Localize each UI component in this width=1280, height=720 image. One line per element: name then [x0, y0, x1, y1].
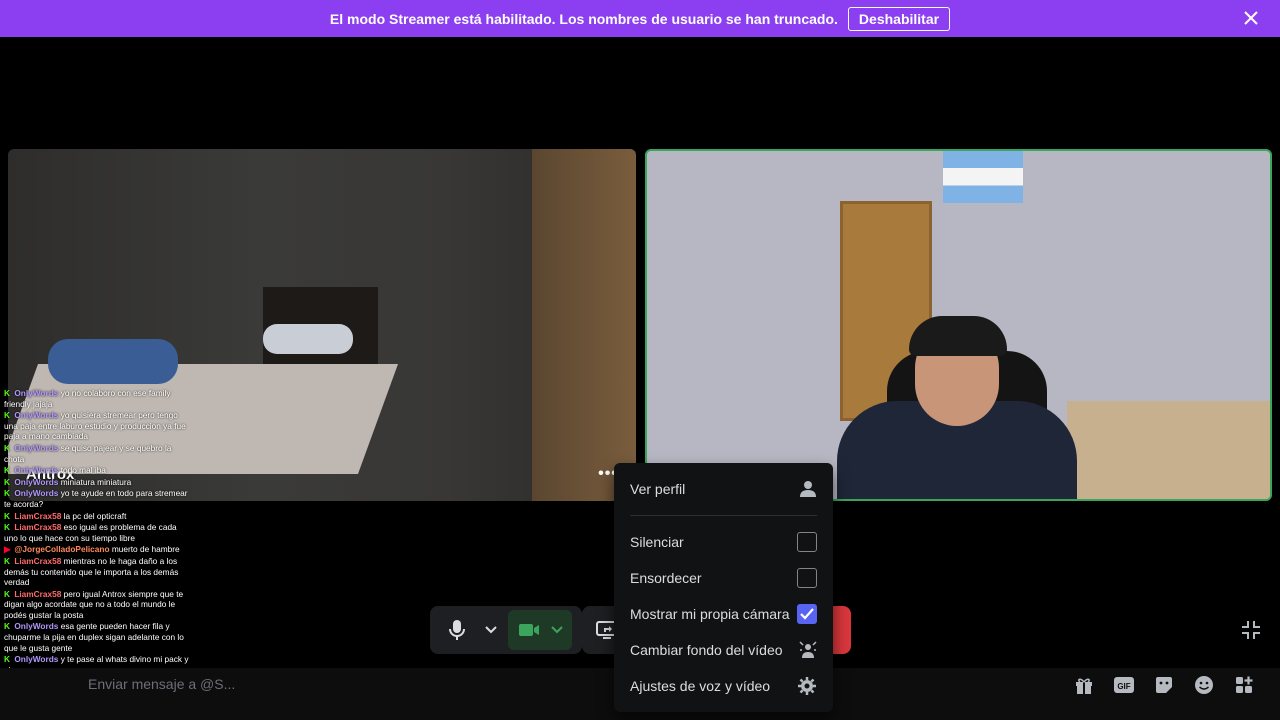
gift-icon[interactable] [1072, 674, 1096, 696]
chat-username: @JorgeColladoPelicano [14, 544, 110, 555]
background-icon [799, 641, 817, 658]
camera-icon [519, 624, 539, 636]
message-input[interactable]: Enviar mensaje a @S... [88, 676, 235, 692]
microphone-icon [449, 620, 465, 640]
call-controls [430, 606, 582, 654]
menu-item-label: Ajustes de voz y vídeo [630, 678, 771, 694]
banner-text: El modo Streamer está habilitado. Los no… [329, 10, 838, 27]
chat-message: K LiamCrax58 pero igual Antrox siempre q… [4, 589, 190, 621]
show-camera-checkbox[interactable] [797, 604, 817, 624]
chat-message: K OnlyWords todo mal iba [4, 465, 190, 476]
menu-item-show-own-camera[interactable]: Mostrar mi propia cámara [622, 596, 825, 632]
mute-checkbox[interactable] [797, 532, 817, 552]
gif-icon[interactable]: GIF [1112, 674, 1136, 696]
menu-item-label: Ensordecer [630, 570, 702, 586]
chat-message: K OnlyWords miniatura miniatura [4, 477, 190, 488]
camera-group [508, 610, 572, 650]
chat-username: OnlyWords [14, 654, 59, 665]
menu-item-label: Cambiar fondo del vídeo [630, 642, 783, 658]
kick-icon: K [4, 442, 10, 453]
checkmark-icon [800, 608, 814, 620]
menu-item-mute[interactable]: Silenciar [622, 524, 825, 560]
menu-item-label: Ver perfil [630, 481, 686, 497]
chat-username: LiamCrax58 [14, 555, 62, 566]
exit-fullscreen-icon[interactable] [1240, 619, 1262, 641]
kick-icon: K [4, 488, 10, 499]
chat-message: ▶ @JorgeColladoPelicano muerto de hambre [4, 544, 190, 555]
chat-username: OnlyWords [14, 476, 59, 487]
disable-streamer-mode-button[interactable]: Deshabilitar [847, 6, 951, 31]
kick-icon: K [4, 388, 10, 398]
chat-username: OnlyWords [14, 621, 59, 632]
chat-message: K LiamCrax58 la pc del opticraft [4, 511, 190, 522]
chat-text: miniatura miniatura [58, 476, 132, 487]
chevron-down-icon [551, 626, 563, 634]
flag [943, 151, 1023, 203]
menu-item-voice-video-settings[interactable]: Ajustes de voz y vídeo [622, 668, 825, 704]
streamer-mode-banner: El modo Streamer está habilitado. Los no… [0, 0, 1280, 37]
menu-item-view-profile[interactable]: Ver perfil [622, 471, 825, 507]
menu-separator [630, 515, 817, 516]
sticker-icon[interactable] [1152, 674, 1176, 696]
kick-icon: K [4, 555, 10, 566]
chat-text: muerto de hambre [109, 544, 180, 555]
audio-video-controls [430, 606, 582, 654]
kick-icon: K [4, 522, 10, 533]
blanket [48, 339, 178, 384]
kick-icon: K [4, 476, 10, 487]
microphone-options-button[interactable] [480, 613, 502, 647]
chat-username: OnlyWords [14, 388, 59, 398]
person-icon [800, 481, 816, 497]
chat-username: OnlyWords [14, 465, 59, 476]
microphone-button[interactable] [440, 613, 474, 647]
cap [909, 316, 1007, 356]
chat-username: LiamCrax58 [14, 588, 62, 599]
close-icon[interactable] [1242, 9, 1260, 27]
apps-icon[interactable] [1232, 674, 1256, 696]
kick-icon: K [4, 588, 10, 599]
pillow [263, 324, 353, 354]
kick-icon: K [4, 654, 10, 665]
kick-icon: K [4, 410, 10, 421]
youtube-icon: ▶ [4, 544, 11, 555]
gear-icon [798, 677, 816, 695]
chat-text: la pc del opticraft [61, 510, 127, 521]
user-context-menu: Ver perfil Silenciar Ensordecer Mostrar … [614, 463, 833, 712]
menu-item-deafen[interactable]: Ensordecer [622, 560, 825, 596]
chat-message: K OnlyWords esa gente pueden hacer fila … [4, 621, 190, 653]
wardrobe [532, 149, 636, 501]
chat-username: LiamCrax58 [14, 510, 62, 521]
menu-item-label: Silenciar [630, 534, 684, 550]
chat-message: K OnlyWords yo quisiera stremear pero te… [4, 410, 190, 442]
stream-chat-overlay: K OnlyWords yo no colaboro con ese famil… [4, 388, 190, 676]
mattress [1067, 401, 1270, 499]
deafen-checkbox[interactable] [797, 568, 817, 588]
emoji-icon[interactable] [1192, 674, 1216, 696]
video-tile-right[interactable] [645, 149, 1272, 501]
camera-button[interactable] [512, 613, 546, 647]
chat-message: K OnlyWords yo te ayude en todo para str… [4, 488, 190, 509]
chat-username: OnlyWords [14, 410, 59, 421]
chat-message: K LiamCrax58 eso igual es problema de ca… [4, 522, 190, 543]
chevron-down-icon [485, 626, 497, 634]
camera-options-button[interactable] [546, 613, 568, 647]
kick-icon: K [4, 510, 10, 521]
chat-message: K LiamCrax58 mientras no le haga daño a … [4, 556, 190, 588]
chat-message: K OnlyWords se quiso pajear y se quebro … [4, 443, 190, 464]
chat-message: K OnlyWords yo no colaboro con ese famil… [4, 388, 190, 409]
chat-username: OnlyWords [14, 442, 59, 453]
menu-item-label: Mostrar mi propia cámara [630, 606, 790, 622]
svg-text:GIF: GIF [1117, 682, 1130, 691]
chat-username: OnlyWords [14, 488, 59, 499]
message-bar-icons: GIF [1072, 674, 1256, 696]
app-root: El modo Streamer está habilitado. Los no… [0, 0, 1280, 720]
kick-icon: K [4, 621, 10, 632]
chat-username: LiamCrax58 [14, 522, 62, 533]
chat-text: todo mal iba [58, 465, 106, 476]
menu-item-change-background[interactable]: Cambiar fondo del vídeo [622, 632, 825, 668]
kick-icon: K [4, 465, 10, 476]
